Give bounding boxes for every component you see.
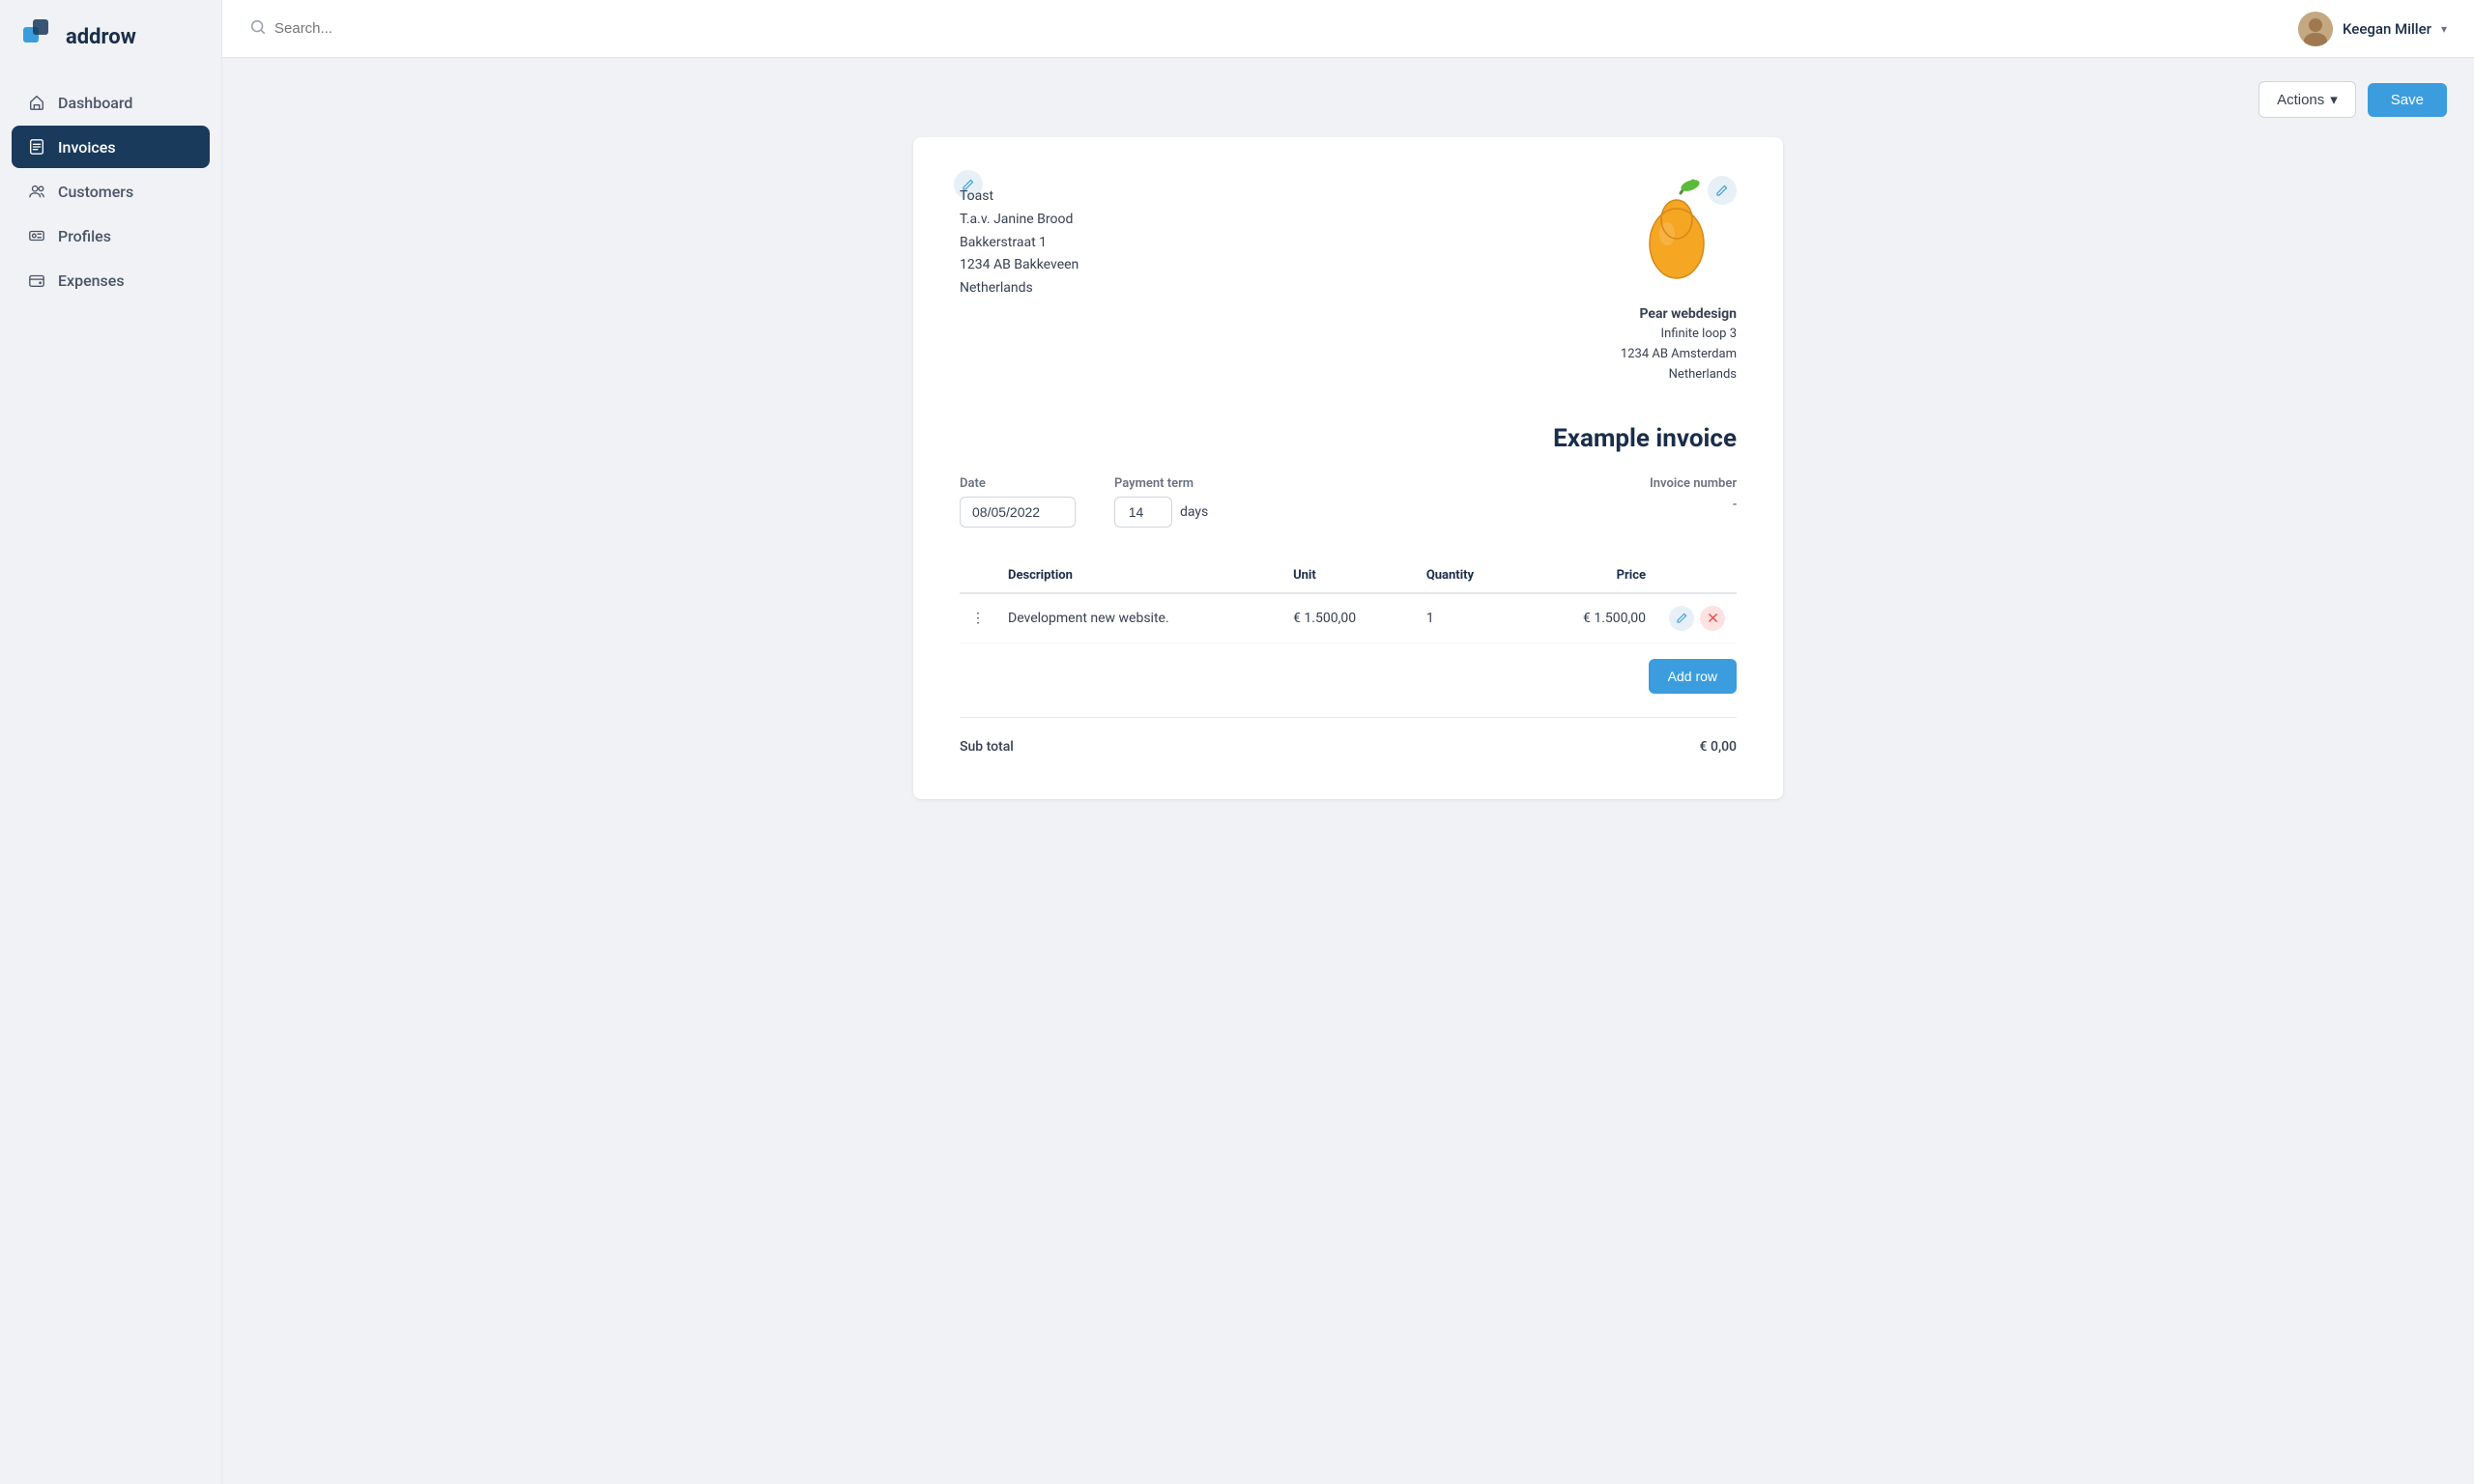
sidebar-item-expenses-label: Expenses (58, 271, 125, 290)
search-container (249, 18, 636, 40)
table-header: Description Unit Quantity Price (960, 558, 1737, 593)
date-section: Date (960, 476, 1076, 528)
actions-button[interactable]: Actions ▾ (2258, 81, 2356, 118)
invoice-title-row: Example invoice (960, 424, 1737, 453)
add-row-button[interactable]: Add row (1649, 659, 1737, 694)
edit-row-button[interactable] (1669, 606, 1694, 631)
totals-section: Sub total € 0,00 (960, 717, 1737, 760)
sidebar-item-dashboard-label: Dashboard (58, 94, 132, 112)
payment-days-input[interactable] (1114, 497, 1172, 528)
client-street: Bakkerstraat 1 (960, 232, 1079, 255)
client-info: Toast T.a.v. Janine Brood Bakkerstraat 1… (960, 186, 1079, 300)
client-country: Netherlands (960, 277, 1079, 300)
payment-term-label: Payment term (1114, 476, 1208, 491)
sidebar-item-invoices[interactable]: Invoices (12, 126, 210, 168)
sidebar-item-customers[interactable]: Customers (12, 170, 210, 213)
toolbar: Actions ▾ Save (249, 81, 2447, 118)
date-label: Date (960, 476, 1076, 491)
logo: addrow (0, 0, 221, 73)
invoice-card: Toast T.a.v. Janine Brood Bakkerstraat 1… (913, 137, 1783, 799)
table-body: ⋮ Development new website. € 1.500,00 1 … (960, 593, 1737, 643)
col-unit: Unit (1281, 558, 1415, 593)
col-price: Price (1524, 558, 1657, 593)
chevron-down-icon: ▾ (2441, 22, 2447, 36)
invoice-header: Toast T.a.v. Janine Brood Bakkerstraat 1… (960, 176, 1737, 385)
delete-row-button[interactable] (1700, 606, 1725, 631)
avatar (2298, 12, 2333, 46)
logo-text: addrow (66, 25, 136, 49)
invoice-number-value: - (1247, 497, 1737, 512)
sidebar-item-expenses[interactable]: Expenses (12, 259, 210, 301)
payment-term-section: Payment term days (1114, 476, 1208, 528)
row-unit: € 1.500,00 (1281, 593, 1415, 643)
row-actions (1669, 606, 1725, 631)
actions-chevron-icon: ▾ (2330, 91, 2338, 108)
user-name: Keegan Miller (2343, 20, 2431, 38)
date-input[interactable] (960, 497, 1076, 528)
sidebar-item-dashboard[interactable]: Dashboard (12, 81, 210, 124)
days-label: days (1180, 504, 1208, 520)
client-attn: T.a.v. Janine Brood (960, 209, 1079, 232)
row-actions-cell (1657, 593, 1737, 643)
actions-label: Actions (2277, 92, 2324, 108)
topbar-right: Keegan Miller ▾ (2298, 12, 2447, 46)
sidebar-item-invoices-label: Invoices (58, 138, 116, 157)
sidebar-nav: Dashboard Invoices Customers (0, 73, 221, 309)
add-row-label: Add row (1668, 669, 1717, 684)
payment-term-wrap: days (1114, 497, 1208, 528)
save-label: Save (2391, 92, 2424, 108)
subtotal-value: € 0,00 (1700, 739, 1737, 755)
invoice-meta: Date Payment term days Invoice number - (960, 476, 1737, 528)
edit-company-button[interactable] (1708, 176, 1737, 205)
home-icon (27, 93, 46, 112)
company-name: Pear webdesign (1621, 303, 1737, 325)
id-card-icon (27, 226, 46, 245)
document-icon (27, 137, 46, 157)
invoice-number-section: Invoice number - (1247, 476, 1737, 528)
main-area: Keegan Miller ▾ Actions ▾ Save (222, 0, 2474, 1484)
company-info: Pear webdesign Infinite loop 3 1234 AB A… (1621, 303, 1737, 385)
table-row: ⋮ Development new website. € 1.500,00 1 … (960, 593, 1737, 643)
subtotal-row: Sub total € 0,00 (960, 733, 1737, 760)
client-city: 1234 AB Bakkeveen (960, 254, 1079, 277)
search-input[interactable] (274, 20, 636, 37)
invoice-title: Example invoice (1553, 424, 1737, 453)
wallet-icon (27, 271, 46, 290)
topbar: Keegan Miller ▾ (222, 0, 2474, 58)
col-description: Description (996, 558, 1281, 593)
sidebar-item-customers-label: Customers (58, 183, 133, 201)
line-items-table: Description Unit Quantity Price ⋮ Develo… (960, 558, 1737, 643)
client-name: Toast (960, 186, 1079, 209)
add-row-section: Add row (960, 659, 1737, 694)
row-price: € 1.500,00 (1524, 593, 1657, 643)
col-actions (1657, 558, 1737, 593)
row-quantity: 1 (1415, 593, 1524, 643)
row-description: Development new website. (996, 593, 1281, 643)
col-drag (960, 558, 996, 593)
company-address1: Infinite loop 3 (1621, 325, 1737, 345)
search-icon (249, 18, 267, 40)
save-button[interactable]: Save (2368, 83, 2447, 117)
users-icon (27, 182, 46, 201)
company-address2: 1234 AB Amsterdam (1621, 345, 1737, 365)
sidebar-item-profiles-label: Profiles (58, 227, 111, 245)
company-logo-section: Pear webdesign Infinite loop 3 1234 AB A… (1621, 176, 1737, 385)
sidebar-item-profiles[interactable]: Profiles (12, 214, 210, 257)
invoice-number-label: Invoice number (1247, 476, 1737, 491)
col-quantity: Quantity (1415, 558, 1524, 593)
logo-icon (23, 19, 58, 54)
content: Actions ▾ Save Toast (222, 58, 2474, 1484)
row-drag-handle[interactable]: ⋮ (960, 593, 996, 643)
sidebar: addrow Dashboard Invoices (0, 0, 222, 1484)
client-info-section: Toast T.a.v. Janine Brood Bakkerstraat 1… (960, 176, 1079, 300)
company-country: Netherlands (1621, 365, 1737, 385)
subtotal-label: Sub total (960, 739, 1014, 755)
